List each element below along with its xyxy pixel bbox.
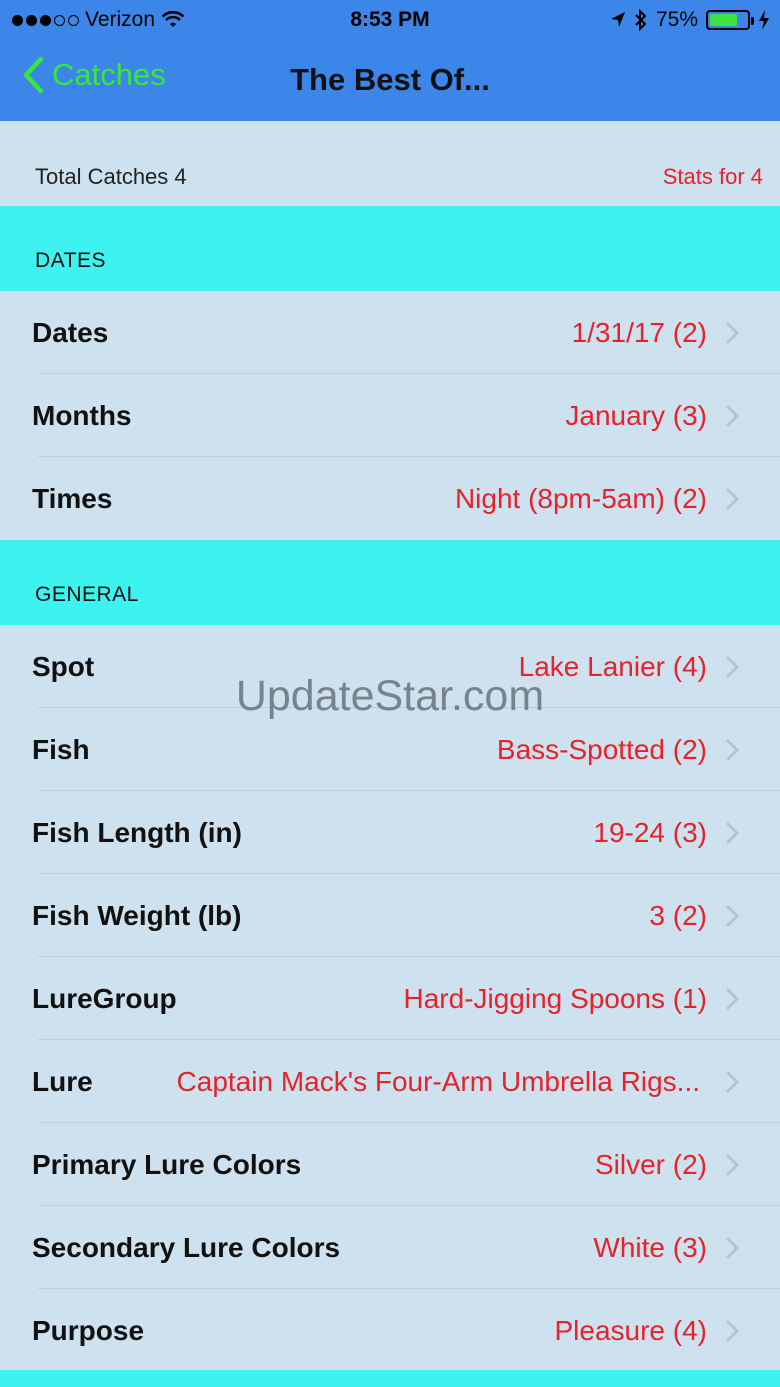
row-fish-length[interactable]: Fish Length (in) 19-24 (3) bbox=[0, 791, 780, 874]
row-value: Bass-Spotted (2) bbox=[496, 734, 707, 765]
row-value: Pleasure (4) bbox=[554, 1315, 707, 1346]
summary-row: Total Catches 4 Stats for 4 bbox=[0, 121, 780, 206]
row-label: Fish Weight (lb) bbox=[32, 900, 242, 931]
row-value: Night (8pm-5am) (2) bbox=[454, 483, 707, 514]
status-right: 75% bbox=[610, 8, 770, 32]
section-title: GENERAL bbox=[35, 583, 139, 606]
row-spot[interactable]: Spot Lake Lanier (4) bbox=[0, 625, 780, 708]
row-lure[interactable]: Lure Captain Mack's Four-Arm Umbrella Ri… bbox=[0, 1040, 780, 1123]
page-title: The Best Of... bbox=[290, 62, 490, 97]
row-dates[interactable]: Dates 1/31/17 (2) bbox=[0, 291, 780, 374]
row-value: January (3) bbox=[565, 400, 707, 431]
row-label: Months bbox=[32, 400, 132, 431]
status-bar: Verizon 8:53 PM 75% bbox=[0, 0, 780, 40]
row-label: Dates bbox=[32, 317, 109, 348]
section-header-general: GENERAL bbox=[0, 540, 780, 625]
row-label: Lure bbox=[32, 1066, 93, 1097]
row-purpose[interactable]: Purpose Pleasure (4) bbox=[0, 1289, 780, 1372]
row-value: Hard-Jigging Spoons (1) bbox=[403, 983, 708, 1014]
chevron-right-icon bbox=[725, 904, 740, 928]
row-fish[interactable]: Fish Bass-Spotted (2) bbox=[0, 708, 780, 791]
row-value: 1/31/17 (2) bbox=[571, 317, 707, 348]
row-value: 3 (2) bbox=[649, 900, 707, 931]
row-value: Silver (2) bbox=[594, 1149, 707, 1180]
section-header-next bbox=[0, 1370, 780, 1387]
chevron-right-icon bbox=[725, 321, 740, 345]
chevron-right-icon bbox=[725, 487, 740, 511]
row-fish-weight[interactable]: Fish Weight (lb) 3 (2) bbox=[0, 874, 780, 957]
row-value: White (3) bbox=[593, 1232, 707, 1263]
row-label: Secondary Lure Colors bbox=[32, 1232, 341, 1263]
row-label: LureGroup bbox=[32, 983, 177, 1014]
chevron-right-icon bbox=[725, 1319, 740, 1343]
location-arrow-icon bbox=[610, 12, 625, 27]
chevron-right-icon bbox=[725, 655, 740, 679]
row-label: Fish Length (in) bbox=[32, 817, 242, 848]
battery-percent: 75% bbox=[655, 8, 698, 31]
row-months[interactable]: Months January (3) bbox=[0, 374, 780, 457]
chevron-right-icon bbox=[725, 738, 740, 762]
chevron-right-icon bbox=[725, 987, 740, 1011]
chevron-right-icon bbox=[725, 1070, 740, 1094]
row-label: Primary Lure Colors bbox=[32, 1149, 302, 1180]
row-label: Times bbox=[32, 483, 113, 514]
bluetooth-icon bbox=[635, 9, 647, 31]
row-primary-lure-colors[interactable]: Primary Lure Colors Silver (2) bbox=[0, 1123, 780, 1206]
row-label: Fish bbox=[32, 734, 90, 765]
total-catches: Total Catches 4 bbox=[35, 164, 187, 189]
row-times[interactable]: Times Night (8pm-5am) (2) bbox=[0, 457, 780, 540]
row-label: Purpose bbox=[32, 1315, 145, 1346]
section-header-dates: DATES bbox=[0, 206, 780, 291]
row-value: Captain Mack's Four-Arm Umbrella Rigs... bbox=[176, 1066, 700, 1097]
chevron-right-icon bbox=[725, 404, 740, 428]
battery-icon bbox=[706, 10, 754, 30]
section-title: DATES bbox=[35, 249, 106, 272]
chevron-right-icon bbox=[725, 821, 740, 845]
row-value: Lake Lanier (4) bbox=[518, 651, 707, 682]
row-value: 19-24 (3) bbox=[593, 817, 707, 848]
top-bar: Verizon 8:53 PM 75% Catches The Best Of.… bbox=[0, 0, 780, 121]
charging-bolt-icon bbox=[759, 10, 769, 30]
row-lure-group[interactable]: LureGroup Hard-Jigging Spoons (1) bbox=[0, 957, 780, 1040]
navigation-bar: Catches The Best Of... bbox=[0, 40, 780, 121]
chevron-right-icon bbox=[725, 1236, 740, 1260]
row-label: Spot bbox=[32, 651, 95, 682]
row-secondary-lure-colors[interactable]: Secondary Lure Colors White (3) bbox=[0, 1206, 780, 1289]
stats-for-button[interactable]: Stats for 4 bbox=[663, 164, 763, 190]
chevron-right-icon bbox=[725, 1153, 740, 1177]
